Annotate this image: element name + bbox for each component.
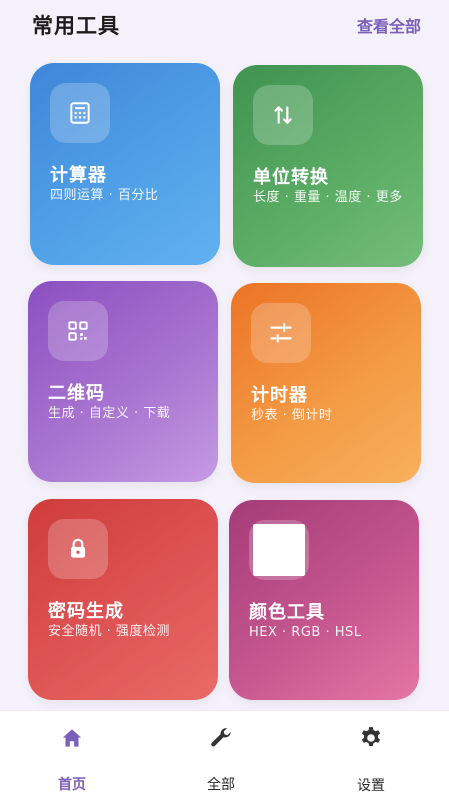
tab-label: 设置 bbox=[357, 778, 385, 794]
tab-settings[interactable]: 设置 bbox=[296, 711, 446, 800]
tool-description: 秒表 · 倒计时 bbox=[251, 408, 333, 423]
tab-label: 全部 bbox=[207, 777, 235, 793]
tool-description: 长度 · 重量 · 温度 · 更多 bbox=[253, 190, 403, 205]
tool-card-timer[interactable]: 计时器 秒表 · 倒计时 bbox=[231, 283, 421, 483]
tab-home[interactable]: 首页 bbox=[0, 711, 147, 800]
color-swatch-icon bbox=[249, 520, 309, 580]
calculator-icon bbox=[50, 83, 110, 143]
tab-all[interactable]: 全部 bbox=[146, 711, 296, 800]
timer-icon bbox=[251, 303, 311, 363]
tool-description: 四则运算 · 百分比 bbox=[50, 188, 159, 203]
wrench-icon bbox=[211, 728, 231, 747]
tool-description: HEX · RGB · HSL bbox=[249, 625, 362, 640]
gear-icon bbox=[361, 727, 381, 747]
tool-card-unit-conversion[interactable]: 单位转换 长度 · 重量 · 温度 · 更多 bbox=[233, 65, 423, 267]
bottom-tab-bar: 首页 全部 设置 bbox=[0, 710, 449, 800]
tool-name: 密码生成 bbox=[48, 601, 124, 622]
home-icon bbox=[62, 729, 82, 747]
qr-code-icon bbox=[48, 301, 108, 361]
tool-name: 二维码 bbox=[48, 383, 105, 404]
swap-vertical-icon bbox=[253, 85, 313, 145]
tool-card-password-generator[interactable]: 密码生成 安全随机 · 强度检测 bbox=[28, 499, 218, 700]
tool-name: 计算器 bbox=[50, 165, 107, 186]
tool-card-calculator[interactable]: 计算器 四则运算 · 百分比 bbox=[30, 63, 220, 265]
color-swatch bbox=[253, 524, 305, 576]
tool-name: 计时器 bbox=[251, 385, 308, 406]
tool-name: 单位转换 bbox=[253, 167, 329, 188]
tools-home-screen: 常用工具 查看全部 计算器 四则运算 · 百分比 单位转换 长度 · 重量 · … bbox=[0, 0, 449, 800]
tool-card-qr-code[interactable]: 二维码 生成 · 自定义 · 下载 bbox=[28, 281, 218, 482]
lock-icon bbox=[48, 519, 108, 579]
tool-grid: 计算器 四则运算 · 百分比 单位转换 长度 · 重量 · 温度 · 更多 二维… bbox=[0, 0, 449, 710]
tool-description: 安全随机 · 强度检测 bbox=[48, 624, 170, 639]
tab-label: 首页 bbox=[58, 777, 86, 793]
tool-card-color-tool[interactable]: 颜色工具 HEX · RGB · HSL bbox=[229, 500, 419, 700]
tool-description: 生成 · 自定义 · 下载 bbox=[48, 406, 171, 421]
tool-name: 颜色工具 bbox=[249, 602, 325, 623]
